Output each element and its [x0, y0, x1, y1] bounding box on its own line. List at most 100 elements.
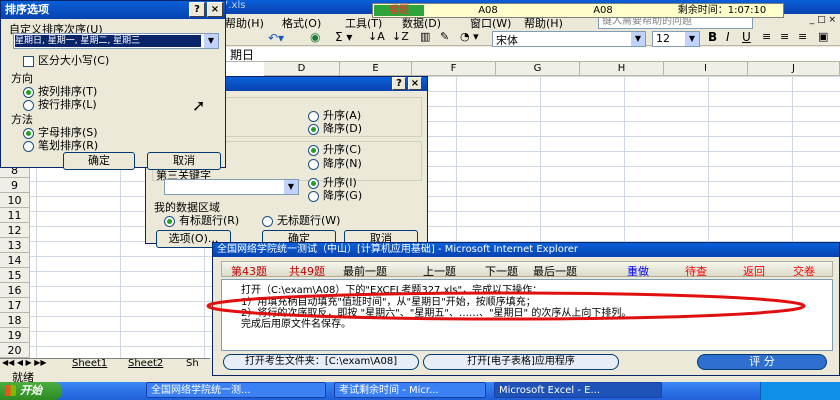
row-header-9[interactable]: 9	[0, 178, 30, 193]
red-highlight-ring	[206, 291, 806, 321]
desc-2-label: 降序(N)	[323, 157, 362, 170]
globe-icon[interactable]: ◉	[310, 30, 320, 44]
column-header-f[interactable]: F	[412, 62, 496, 76]
row-header-14[interactable]: 14	[0, 253, 30, 268]
align-left-icon[interactable]: ≡	[762, 30, 771, 43]
nav-prev-button[interactable]: 上一题	[423, 263, 456, 279]
underline-button[interactable]: U	[742, 30, 751, 44]
chevron-down-icon[interactable]: ▼	[284, 180, 298, 194]
column-header-j[interactable]: J	[748, 62, 840, 76]
current-question: 第43题	[231, 265, 267, 278]
start-label: 开始	[20, 384, 42, 397]
font-size-value: 12	[656, 32, 670, 45]
help-icon[interactable]: ?	[392, 77, 406, 90]
mouse-cursor-icon: ➚	[192, 96, 206, 115]
chevron-down-icon[interactable]: ▼	[631, 32, 645, 46]
row-header-17[interactable]: 17	[0, 298, 30, 313]
nav-first-button[interactable]: 最前一题	[343, 263, 387, 279]
no-header-label: 无标题行(W)	[277, 214, 341, 227]
font-name-select[interactable]: 宋体 ▼	[492, 31, 646, 47]
zoom-icon[interactable]: ◔ ▾	[460, 30, 479, 43]
taskbar-item-timer[interactable]: 考试剩余时间 - Micr...	[334, 382, 486, 398]
sort-options-dialog: 排序选项 ? × 自定义排序次序(U) 星期日, 星期一, 星期二, 星期三 ▼…	[0, 0, 226, 170]
close-icon[interactable]: ×	[408, 77, 422, 90]
chevron-down-icon[interactable]: ▼	[685, 32, 699, 46]
desc-3-label: 降序(G)	[323, 189, 363, 202]
merge-icon[interactable]: ▣	[818, 30, 828, 43]
row-header-19[interactable]: 19	[0, 328, 30, 343]
sheet-nav-arrows[interactable]: ◀◀ ◀ ▶ ▶▶	[2, 358, 47, 367]
autosum-icon[interactable]: Σ ▾	[335, 30, 352, 44]
by-stroke-radio[interactable]: 笔划排序(R)	[23, 137, 98, 153]
help-icon[interactable]: ?	[189, 2, 205, 17]
no-header-radio[interactable]: 无标题行(W)	[262, 212, 340, 228]
timer-cell-2: A08	[593, 5, 613, 16]
exam-title: 全国网络学院统一测试（中山）[计算机应用基础] - Microsoft Inte…	[217, 244, 578, 255]
timer-bar: 看题 A08 A08 剩余时间：1:07:10	[372, 3, 784, 18]
chevron-down-icon[interactable]: ▼	[204, 34, 218, 48]
close-icon[interactable]: ×	[207, 2, 223, 17]
sort-asc-icon[interactable]: ↓A	[368, 30, 385, 43]
chart-icon[interactable]: ▥	[420, 30, 430, 43]
row-header-18[interactable]: 18	[0, 313, 30, 328]
desc-2-radio[interactable]: 降序(N)	[308, 155, 362, 171]
timer-cell-1: A08	[478, 5, 498, 16]
italic-button[interactable]: I	[726, 30, 730, 44]
timer-remaining: 剩余时间：1:07:10	[677, 5, 767, 16]
custom-order-select[interactable]: 星期日, 星期一, 星期二, 星期三 ▼	[13, 33, 219, 49]
open-folder-button[interactable]: 打开考生文件夹：[C:\exam\A08]	[223, 354, 419, 370]
font-size-select[interactable]: 12 ▼	[652, 31, 700, 47]
taskbar-item-exam[interactable]: 全国网络学院统一测...	[146, 382, 326, 398]
score-button[interactable]: 评 分	[697, 354, 827, 370]
row-header-11[interactable]: 11	[0, 208, 30, 223]
third-key-select[interactable]: ▼	[164, 179, 299, 195]
menu-format[interactable]: 格式(O)	[282, 15, 321, 31]
taskbar-item-excel[interactable]: Microsoft Excel - E...	[494, 382, 662, 398]
case-sensitive-label: 区分大小写(C)	[38, 54, 110, 67]
has-header-label: 有标题行(R)	[179, 214, 240, 227]
column-header-i[interactable]: I	[664, 62, 748, 76]
column-header-h[interactable]: H	[580, 62, 664, 76]
sort-options-ok-button[interactable]: 确定	[63, 152, 135, 170]
back-button[interactable]: 返回	[743, 263, 765, 279]
system-tray	[760, 382, 840, 400]
font-name-value: 宋体	[496, 34, 518, 47]
desc-1-label: 降序(D)	[323, 122, 363, 135]
row-header-10[interactable]: 10	[0, 193, 30, 208]
sheet-tab-2[interactable]: Sheet2	[128, 358, 163, 369]
by-row-radio[interactable]: 按行排序(L)	[23, 96, 97, 112]
start-windows-icon	[5, 385, 16, 396]
nav-next-button[interactable]: 下一题	[485, 263, 518, 279]
redo-button[interactable]: 重做	[627, 263, 649, 279]
sort-desc-icon[interactable]: ↓Z	[392, 30, 409, 43]
submit-button[interactable]: 交卷	[793, 263, 815, 279]
undo-icon[interactable]: ↶▾	[268, 31, 284, 45]
bold-button[interactable]: B	[708, 30, 717, 44]
menu-help-1[interactable]: 帮助(H)	[225, 15, 264, 31]
open-app-button[interactable]: 打开[电子表格]应用程序	[423, 354, 619, 370]
row-header-13[interactable]: 13	[0, 238, 30, 253]
row-header-16[interactable]: 16	[0, 283, 30, 298]
timer-view-button[interactable]: 看题	[374, 5, 424, 16]
case-sensitive-checkbox[interactable]: 区分大小写(C)	[23, 52, 109, 68]
pending-button[interactable]: 待查	[685, 263, 707, 279]
row-header-20[interactable]: 20	[0, 343, 30, 358]
column-header-e[interactable]: E	[340, 62, 412, 76]
sort-options-titlebar: 排序选项 ? ×	[1, 1, 225, 19]
column-header-d[interactable]: D	[264, 62, 340, 76]
sheet-tab-3[interactable]: Sh	[186, 358, 199, 369]
align-center-icon[interactable]: ≡	[780, 30, 789, 43]
row-header-12[interactable]: 12	[0, 223, 30, 238]
desc-1-radio[interactable]: 降序(D)	[308, 120, 362, 136]
desc-3-radio[interactable]: 降序(G)	[308, 187, 362, 203]
sort-options-cancel-button[interactable]: 取消	[147, 152, 221, 170]
sheet-tab-1[interactable]: Sheet1	[72, 358, 107, 369]
by-row-label: 按行排序(L)	[38, 98, 97, 111]
annotation-ellipse	[206, 291, 806, 321]
align-right-icon[interactable]: ≡	[798, 30, 807, 43]
has-header-radio[interactable]: 有标题行(R)	[164, 212, 239, 228]
nav-last-button[interactable]: 最后一题	[533, 263, 577, 279]
drawing-icon[interactable]: ✎	[440, 30, 449, 43]
column-header-g[interactable]: G	[496, 62, 580, 76]
row-header-15[interactable]: 15	[0, 268, 30, 283]
